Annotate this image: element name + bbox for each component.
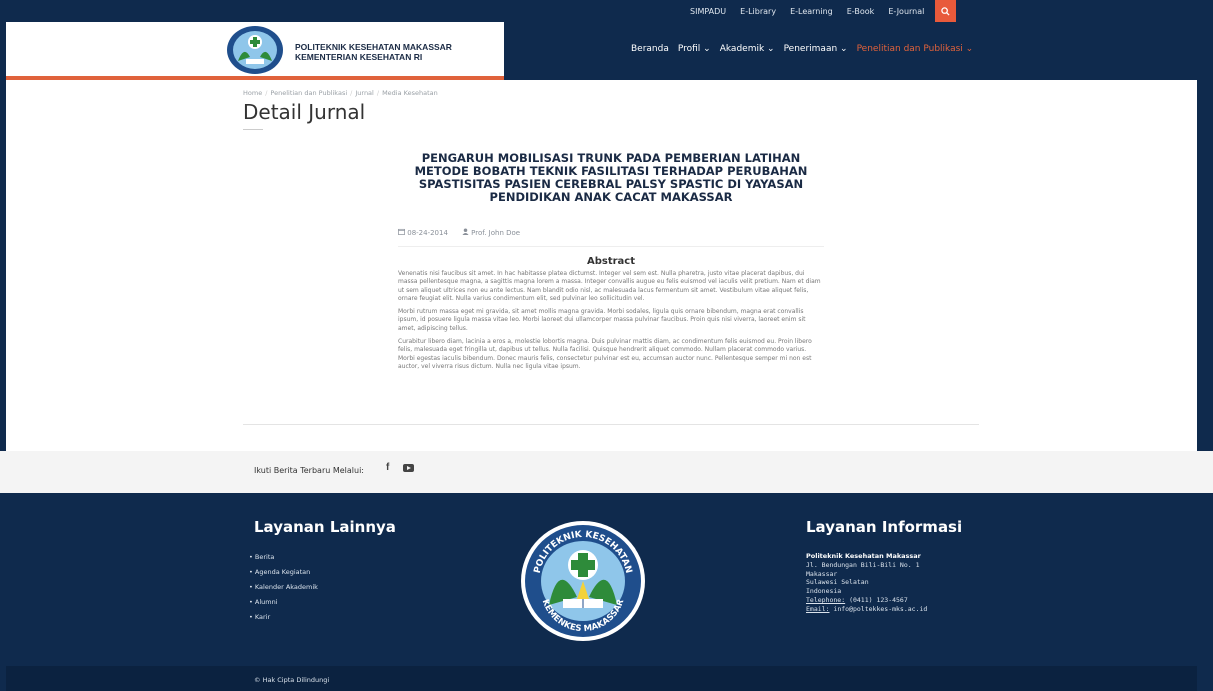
poltekkes-logo[interactable] <box>226 25 284 75</box>
abstract-paragraph: Venenatis nisi faucibus sit amet. In hac… <box>398 270 821 302</box>
nav-akademik[interactable]: Akademik ⌄ <box>720 44 775 54</box>
article-title: PENGARUH MOBILISASI TRUNK PADA PEMBERIAN… <box>414 151 808 204</box>
logo-accent-bar <box>6 76 504 80</box>
copyright-bar <box>6 666 1197 691</box>
breadcrumb-jurnal[interactable]: Jurnal <box>355 89 374 97</box>
follow-bar <box>0 451 1213 493</box>
abstract-paragraph: Curabitur libero diam, lacinia a eros a,… <box>398 338 812 370</box>
contact-email: Email: info@poltekkes-mks.ac.id <box>806 605 927 614</box>
brand-line-1: POLITEKNIK KESEHATAN MAKASSAR <box>295 42 452 52</box>
top-nav: SIMPADU E-Library E-Learning E-Book E-Jo… <box>690 0 938 22</box>
contact-address-line: Indonesia <box>806 587 842 596</box>
breadcrumb-separator: / <box>350 89 353 97</box>
search-icon <box>941 6 950 16</box>
footer-link-berita[interactable]: Berita <box>249 553 318 561</box>
facebook-icon[interactable]: f <box>386 462 389 473</box>
right-frame <box>1197 0 1213 691</box>
contact-address-line: Jl. Bendungan Bili-Bili No. 1 <box>806 560 920 569</box>
phone-value: (0411) 123-4567 <box>849 595 908 604</box>
breadcrumb-separator: / <box>376 89 380 97</box>
footer-heading-layanan-informasi: Layanan Informasi <box>806 518 963 536</box>
follow-label: Ikuti Berita Terbaru Melalui: <box>254 466 365 475</box>
breadcrumb: Home / Penelitian dan Publikasi / Jurnal / Med… <box>243 89 438 97</box>
contact-info: Politeknik Kesehatan Makassar Jl. Bendun… <box>806 552 927 614</box>
article-date-value: 08-24-2014 <box>407 229 448 237</box>
contact-address-line: Sulawesi Selatan <box>806 578 869 587</box>
nav-beranda[interactable]: Beranda <box>631 44 669 54</box>
brand-name[interactable]: POLITEKNIK KESEHATAN MAKASSAR KEMENTERIA… <box>295 42 452 62</box>
phone-label: Telephone: <box>806 595 846 604</box>
footer-link-alumni[interactable]: Alumni <box>249 598 318 606</box>
main-nav: Beranda Profil ⌄ Akademik ⌄ Penerimaan ⌄… <box>631 44 982 54</box>
search-button[interactable] <box>935 0 956 22</box>
top-link-ebook[interactable]: E-Book <box>847 7 875 16</box>
email-label: Email: <box>806 604 830 613</box>
nav-profil[interactable]: Profil ⌄ <box>678 44 711 54</box>
calendar-icon <box>398 228 405 235</box>
top-link-ejournal[interactable]: E-Journal <box>888 7 924 16</box>
article-meta: 08-24-2014 Prof. John Doe <box>398 228 520 237</box>
footer-link-agenda[interactable]: Agenda Kegiatan <box>249 568 318 576</box>
top-link-elibrary[interactable]: E-Library <box>740 7 776 16</box>
footer-links: Berita Agenda Kegiatan Kalender Akademik… <box>249 553 318 628</box>
footer-poltekkes-logo: POLITEKNIK KESEHATAN KEMENKES MAKASSAR <box>521 521 645 641</box>
abstract-paragraph: Morbi rutrum massa eget mi gravida, sit … <box>398 308 806 332</box>
breadcrumb-current: Media Kesehatan <box>382 89 438 97</box>
abstract-body: Venenatis nisi faucibus sit amet. In hac… <box>398 270 824 376</box>
contact-address-line: Makassar <box>806 569 838 578</box>
top-bar <box>6 0 1197 22</box>
breadcrumb-separator: / <box>265 89 268 97</box>
breadcrumb-home[interactable]: Home <box>243 89 262 97</box>
title-underline <box>243 129 263 130</box>
abstract-heading: Abstract <box>586 256 636 267</box>
contact-phone: Telephone: (0411) 123-4567 <box>806 596 927 605</box>
footer-heading-layanan-lainnya: Layanan Lainnya <box>254 518 396 536</box>
top-link-elearning[interactable]: E-Learning <box>790 7 833 16</box>
email-value[interactable]: info@poltekkes-mks.ac.id <box>833 605 927 613</box>
article-date: 08-24-2014 <box>398 228 448 237</box>
brand-line-2: KEMENTERIAN KESEHATAN RI <box>295 52 423 62</box>
article-author: Prof. John Doe <box>462 228 520 237</box>
youtube-icon[interactable] <box>403 464 414 472</box>
content-divider <box>243 424 979 425</box>
footer-link-karir[interactable]: Karir <box>249 613 318 621</box>
top-link-simpadu[interactable]: SIMPADU <box>690 7 726 16</box>
meta-divider <box>398 246 824 247</box>
contact-org: Politeknik Kesehatan Makassar <box>806 552 921 560</box>
page-title: Detail Jurnal <box>243 100 366 124</box>
breadcrumb-penelitian[interactable]: Penelitian dan Publikasi <box>270 89 347 97</box>
nav-penerimaan[interactable]: Penerimaan ⌄ <box>784 44 848 54</box>
nav-penelitian-publikasi[interactable]: Penelitian dan Publikasi ⌄ <box>857 44 974 54</box>
copyright: © Hak Cipta Dilindungi <box>254 676 330 684</box>
article-author-value: Prof. John Doe <box>471 229 521 237</box>
footer-link-kalender[interactable]: Kalender Akademik <box>249 583 318 591</box>
user-icon <box>462 228 469 235</box>
